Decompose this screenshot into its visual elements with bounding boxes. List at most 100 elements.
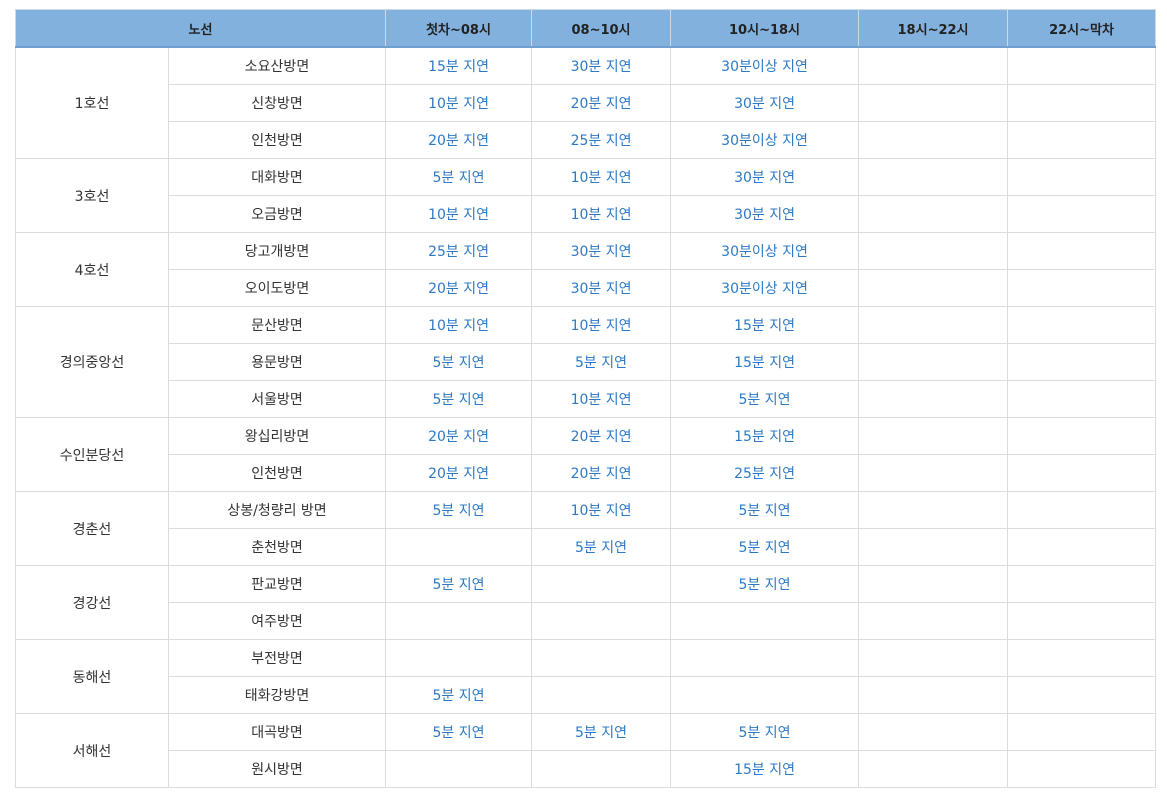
delay-cell: 30분이상 지연: [670, 269, 860, 307]
table-row: 춘천방면 5분 지연 5분 지연: [16, 528, 1157, 566]
delay-cell: 30분 지연: [531, 232, 672, 270]
delay-cell: 15분 지연: [385, 46, 533, 85]
delay-cell: [858, 639, 1009, 677]
delay-cell: 5분 지연: [670, 713, 860, 751]
header-row: 노선 첫차~08시 08~10시 10시~18시 18시~22시 22시~막차: [14, 9, 1157, 48]
direction-cell: 상봉/청량리 방면: [167, 491, 387, 529]
delay-table: 노선 첫차~08시 08~10시 10시~18시 18시~22시 22시~막차 …: [14, 9, 1157, 788]
delay-table-container: 노선 첫차~08시 08~10시 10시~18시 18시~22시 22시~막차 …: [14, 9, 1157, 788]
delay-cell: [858, 565, 1009, 603]
delay-cell: 5분 지연: [531, 713, 672, 751]
delay-cell: [858, 491, 1009, 529]
direction-cell: 당고개방면: [167, 232, 387, 270]
table-row: 신창방면 10분 지연 20분 지연 30분 지연: [16, 84, 1157, 122]
direction-cell: 판교방면: [167, 565, 387, 603]
delay-cell: 25분 지연: [385, 232, 533, 270]
header-slot-3: 10시~18시: [670, 9, 860, 48]
delay-cell: 15분 지연: [670, 343, 860, 381]
table-row: 오금방면 10분 지연 10분 지연 30분 지연: [16, 195, 1157, 233]
delay-cell: [670, 676, 860, 714]
line-name: 서해선: [15, 713, 169, 788]
line-name: 4호선: [15, 232, 169, 307]
delay-cell: [531, 565, 672, 603]
delay-cell: [1007, 84, 1157, 122]
table-row: 태화강방면 5분 지연: [16, 676, 1157, 714]
delay-cell: [858, 46, 1009, 85]
delay-cell: [1007, 602, 1157, 640]
delay-cell: [1007, 269, 1157, 307]
table-header: 노선 첫차~08시 08~10시 10시~18시 18시~22시 22시~막차: [14, 9, 1157, 48]
delay-cell: 30분이상 지연: [670, 46, 860, 85]
table-row: 4호선 당고개방면 25분 지연 30분 지연 30분이상 지연: [15, 232, 1157, 307]
header-slot-4: 18시~22시: [858, 9, 1009, 48]
line-name: 동해선: [15, 639, 169, 714]
delay-cell: [385, 639, 533, 677]
delay-cell: [531, 602, 672, 640]
table-row: 원시방면 15분 지연: [16, 750, 1157, 788]
delay-cell: [858, 676, 1009, 714]
delay-cell: 5분 지연: [385, 380, 533, 418]
delay-cell: 10분 지연: [385, 195, 533, 233]
delay-cell: 5분 지연: [670, 565, 860, 603]
delay-cell: 10분 지연: [531, 158, 672, 196]
delay-cell: [858, 528, 1009, 566]
table-row: 인천방면 20분 지연 25분 지연 30분이상 지연: [16, 121, 1157, 159]
delay-cell: 30분 지연: [670, 84, 860, 122]
header-slot-5: 22시~막차: [1007, 9, 1157, 48]
direction-cell: 대곡방면: [167, 713, 387, 751]
table-row: 1호선 소요산방면 15분 지연 30분 지연 30분이상 지연: [15, 46, 1157, 159]
delay-cell: [858, 306, 1009, 344]
delay-cell: [858, 380, 1009, 418]
direction-cell: 오금방면: [167, 195, 387, 233]
delay-cell: [1007, 232, 1157, 270]
delay-cell: [858, 454, 1009, 492]
delay-cell: [858, 232, 1009, 270]
delay-cell: 10분 지연: [531, 195, 672, 233]
delay-cell: 30분이상 지연: [670, 121, 860, 159]
delay-cell: 5분 지연: [670, 528, 860, 566]
table-row: 동해선 부전방면: [15, 639, 1157, 714]
delay-cell: 25분 지연: [531, 121, 672, 159]
delay-cell: [1007, 195, 1157, 233]
delay-cell: [1007, 491, 1157, 529]
delay-cell: [1007, 565, 1157, 603]
direction-cell: 소요산방면: [167, 46, 387, 85]
delay-cell: [1007, 639, 1157, 677]
direction-cell: 원시방면: [167, 750, 387, 788]
line-name: 3호선: [15, 158, 169, 233]
delay-cell: 30분이상 지연: [670, 232, 860, 270]
line-name: 경강선: [15, 565, 169, 640]
table-row: 용문방면 5분 지연 5분 지연 15분 지연: [16, 343, 1157, 381]
delay-cell: 30분 지연: [531, 46, 672, 85]
delay-cell: 5분 지연: [531, 343, 672, 381]
delay-cell: [1007, 417, 1157, 455]
delay-cell: 30분 지연: [670, 195, 860, 233]
delay-cell: [1007, 46, 1157, 85]
delay-cell: 5분 지연: [385, 158, 533, 196]
line-name: 경의중앙선: [15, 306, 169, 418]
delay-cell: 20분 지연: [385, 417, 533, 455]
delay-cell: 5분 지연: [385, 713, 533, 751]
table-row: 서해선 대곡방면 5분 지연 5분 지연 5분 지연: [15, 713, 1157, 788]
delay-cell: [1007, 380, 1157, 418]
direction-cell: 대화방면: [167, 158, 387, 196]
delay-cell: 20분 지연: [531, 84, 672, 122]
delay-cell: 30분 지연: [670, 158, 860, 196]
delay-cell: 15분 지연: [670, 417, 860, 455]
delay-cell: [858, 602, 1009, 640]
delay-cell: [531, 750, 672, 788]
delay-cell: [858, 158, 1009, 196]
direction-cell: 부전방면: [167, 639, 387, 677]
direction-cell: 용문방면: [167, 343, 387, 381]
direction-cell: 태화강방면: [167, 676, 387, 714]
delay-cell: 5분 지연: [670, 380, 860, 418]
delay-cell: 10분 지연: [531, 306, 672, 344]
delay-cell: 20분 지연: [385, 269, 533, 307]
delay-cell: 30분 지연: [531, 269, 672, 307]
delay-cell: [385, 602, 533, 640]
delay-cell: 5분 지연: [531, 528, 672, 566]
direction-cell: 인천방면: [167, 121, 387, 159]
table-row: 경의중앙선 문산방면 10분 지연 10분 지연 15분 지연: [15, 306, 1157, 418]
table-row: 수인분당선 왕십리방면 20분 지연 20분 지연 15분 지연: [15, 417, 1157, 492]
line-name: 수인분당선: [15, 417, 169, 492]
